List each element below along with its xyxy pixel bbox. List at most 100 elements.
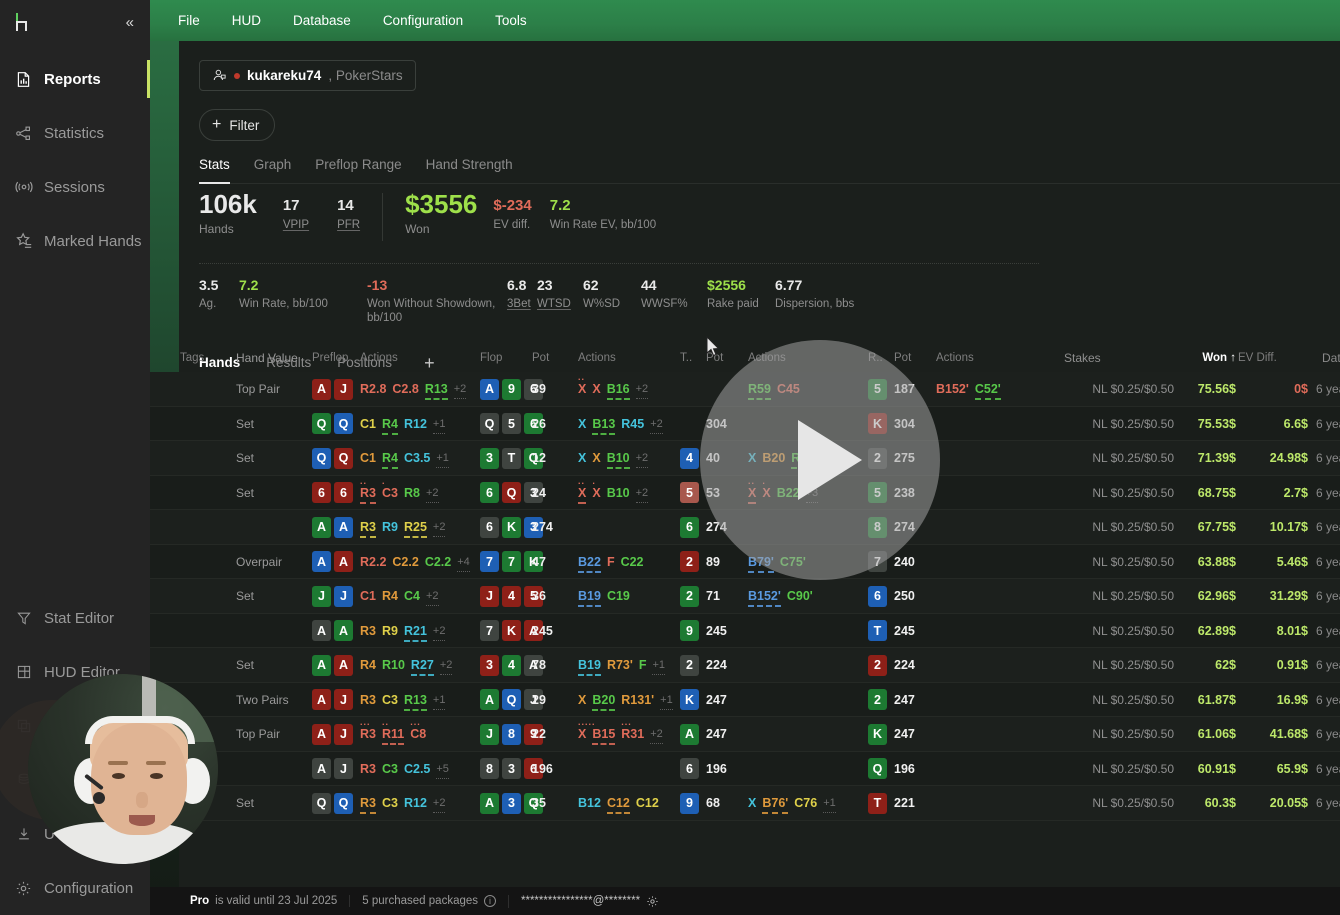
cell-preflop-actions: R3C3C2.5+5 bbox=[360, 762, 480, 776]
cell-won: 62.89$ bbox=[1174, 624, 1236, 638]
stat-label: Dispersion, bbs bbox=[775, 297, 854, 311]
cell-flop-cards: 7KA bbox=[480, 620, 532, 641]
hole-card: J bbox=[334, 379, 353, 400]
cell-stakes: NL $0.25/$0.50 bbox=[1056, 727, 1174, 741]
cell-stakes: NL $0.25/$0.50 bbox=[1056, 624, 1174, 638]
video-play-button[interactable] bbox=[700, 340, 940, 580]
col-header-ev-diff[interactable]: EV Diff. bbox=[1236, 352, 1308, 364]
sidebar-item-statistics[interactable]: Statistics bbox=[0, 106, 150, 160]
table-row[interactable]: SetQQR3C3R12+2A3Q35B12C12C12968XB76'C76+… bbox=[150, 786, 1340, 821]
board-card: A bbox=[480, 379, 499, 400]
sidebar-item-configuration[interactable]: Configuration bbox=[0, 861, 150, 915]
plus-icon: + bbox=[212, 117, 221, 133]
cell-stakes: NL $0.25/$0.50 bbox=[1056, 451, 1174, 465]
col-header-river-pot[interactable]: Pot bbox=[894, 352, 936, 364]
tab-preflop-range[interactable]: Preflop Range bbox=[303, 153, 413, 183]
action-more-count: +2 bbox=[650, 418, 663, 430]
menu-item-tools[interactable]: Tools bbox=[479, 9, 543, 32]
action-token: B13 bbox=[592, 417, 615, 431]
sidebar-item-reports[interactable]: Reports bbox=[0, 52, 150, 106]
col-header-stakes[interactable]: Stakes bbox=[1056, 351, 1174, 365]
action-token: R3.. bbox=[360, 486, 376, 500]
cell-stakes: NL $0.25/$0.50 bbox=[1056, 417, 1174, 431]
cell-turn-pot: 247 bbox=[706, 693, 748, 707]
info-icon[interactable]: i bbox=[484, 895, 496, 907]
action-token: R3 bbox=[360, 693, 376, 707]
player-selector[interactable]: kukareku74 , PokerStars bbox=[199, 60, 416, 91]
add-filter-button[interactable]: + Filter bbox=[199, 109, 275, 141]
sidebar-item-sessions[interactable]: Sessions bbox=[0, 160, 150, 214]
hole-card: A bbox=[312, 517, 331, 538]
stat-label[interactable]: VPIP bbox=[283, 218, 309, 232]
table-row[interactable]: AAR3R9R21+27KA2459245T245NL $0.25/$0.506… bbox=[150, 614, 1340, 649]
table-row[interactable]: SetJJC1R4C4+2J4536B19C19271B152'C90'6250… bbox=[150, 579, 1340, 614]
menu-item-file[interactable]: File bbox=[162, 9, 216, 32]
packages-status[interactable]: 5 purchased packages i bbox=[349, 895, 508, 907]
cell-flop-pot: 274 bbox=[532, 520, 578, 534]
action-token: R45 bbox=[621, 417, 644, 431]
menu-item-database[interactable]: Database bbox=[277, 9, 367, 32]
col-header-turn-pot[interactable]: Pot bbox=[706, 352, 748, 364]
table-row[interactable]: Top PairAJR3...R11..C8...J8922X.....B15R… bbox=[150, 717, 1340, 752]
menu-item-hud[interactable]: HUD bbox=[216, 9, 277, 32]
table-row[interactable]: Two PairsAJR3C3R13+1AQJ29XB20R131'+1K247… bbox=[150, 683, 1340, 718]
cell-flop-cards: A3Q bbox=[480, 793, 532, 814]
sidebar-item-marked-hands[interactable]: Marked Hands bbox=[0, 214, 150, 268]
action-token: C1 bbox=[360, 589, 376, 603]
stat-won-without-showdown-bb-100: -13Won Without Showdown, bb/100 bbox=[367, 278, 507, 325]
cell-date: 6 years ago bbox=[1308, 486, 1340, 500]
col-header-date[interactable]: Date bbox=[1308, 351, 1340, 365]
stat-label[interactable]: 3Bet bbox=[507, 297, 537, 311]
action-token: R21 bbox=[404, 624, 427, 638]
gear-icon[interactable] bbox=[646, 895, 659, 908]
cell-turn-card: 2 bbox=[680, 551, 706, 572]
action-token: X bbox=[578, 451, 586, 465]
account-status[interactable]: ****************@******** bbox=[508, 895, 671, 908]
menu-item-configuration[interactable]: Configuration bbox=[367, 9, 479, 32]
action-token: X.. bbox=[578, 486, 586, 500]
board-card: Q bbox=[502, 482, 521, 503]
hole-card: Q bbox=[312, 413, 331, 434]
col-header-won[interactable]: Won ↑ bbox=[1174, 352, 1236, 364]
stat-label[interactable]: PFR bbox=[337, 218, 360, 232]
tab-hand-strength[interactable]: Hand Strength bbox=[414, 153, 525, 183]
stat-value: $2556 bbox=[707, 278, 775, 293]
col-header-turn[interactable]: T.. bbox=[680, 352, 706, 364]
hole-card: A bbox=[334, 620, 353, 641]
cell-turn-pot: 245 bbox=[706, 624, 748, 638]
collapse-sidebar-button[interactable]: « bbox=[122, 12, 136, 33]
col-header-flop-actions[interactable]: Actions bbox=[578, 352, 680, 364]
col-header-hand-value[interactable]: Hand Value bbox=[236, 351, 312, 365]
hole-card: Q bbox=[334, 448, 353, 469]
tab-stats[interactable]: Stats bbox=[199, 153, 242, 183]
cell-preflop-actions: R4R10R27+2 bbox=[360, 658, 480, 672]
sidebar-item-stat-editor[interactable]: Stat Editor bbox=[0, 591, 150, 645]
col-header-river-actions[interactable]: Actions bbox=[936, 352, 1056, 364]
cell-flop-cards: J89 bbox=[480, 724, 532, 745]
col-header-flop-pot[interactable]: Pot bbox=[532, 352, 578, 364]
webcam-overlay[interactable] bbox=[28, 674, 218, 864]
tab-graph[interactable]: Graph bbox=[242, 153, 304, 183]
col-header-preflop[interactable]: Preflop bbox=[312, 352, 360, 364]
cell-flop-cards: 77K bbox=[480, 551, 532, 572]
cell-ev-diff: 0.91$ bbox=[1236, 658, 1308, 672]
cell-stakes: NL $0.25/$0.50 bbox=[1056, 693, 1174, 707]
action-token: X.. bbox=[578, 382, 586, 396]
stat-label[interactable]: WTSD bbox=[537, 297, 583, 311]
action-more-count: +4 bbox=[457, 556, 470, 568]
cell-hole-cards: 66 bbox=[312, 482, 360, 503]
table-row[interactable]: SetAAR4R10R27+234A78B19R73'F+122242224NL… bbox=[150, 648, 1340, 683]
cell-ev-diff: 20.05$ bbox=[1236, 796, 1308, 810]
action-token: B152' bbox=[748, 589, 781, 603]
cell-ev-diff: 0$ bbox=[1236, 382, 1308, 396]
action-token: F bbox=[607, 555, 615, 569]
col-header-preflop-actions[interactable]: Actions bbox=[360, 352, 480, 364]
col-header-flop[interactable]: Flop bbox=[480, 352, 532, 364]
table-row[interactable]: AJR3C3C2.5+58361966196Q196NL $0.25/$0.50… bbox=[150, 752, 1340, 787]
col-header-tags[interactable]: Tags bbox=[180, 352, 236, 364]
stat-label: Ag. bbox=[199, 297, 239, 311]
account-email: ****************@******** bbox=[521, 895, 640, 907]
cell-turn-card: 9 bbox=[680, 620, 706, 641]
cell-date: 6 years ago bbox=[1308, 555, 1340, 569]
action-token: R8 bbox=[404, 486, 420, 500]
